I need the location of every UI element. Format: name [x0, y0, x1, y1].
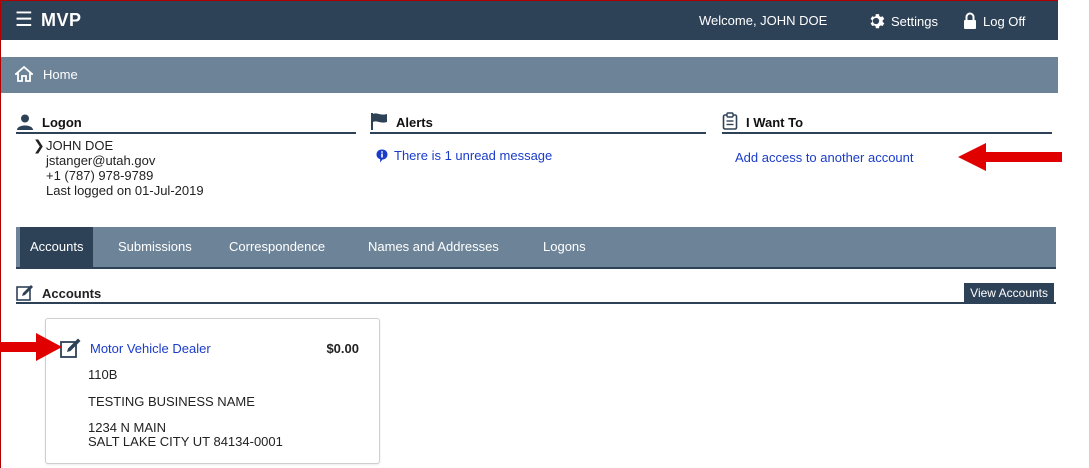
edit-icon — [16, 285, 33, 301]
logon-phone: +1 (787) 978-9789 — [46, 168, 154, 183]
lock-icon — [964, 12, 976, 29]
account-business: TESTING BUSINESS NAME — [88, 394, 255, 409]
tab-bar: Accounts Submissions Correspondence Name… — [16, 227, 1056, 269]
settings-button[interactable]: Settings — [867, 12, 938, 30]
tab-logons[interactable]: Logons — [533, 227, 596, 267]
hamburger-menu-icon[interactable]: ☰ — [15, 10, 33, 30]
edit-account-icon[interactable] — [60, 337, 82, 359]
add-access-link[interactable]: Add access to another account — [735, 150, 914, 165]
tab-names-addresses[interactable]: Names and Addresses — [358, 227, 509, 267]
annotation-arrow-right-pointing — [0, 333, 62, 361]
account-title-link[interactable]: Motor Vehicle Dealer — [90, 341, 211, 356]
tab-correspondence[interactable]: Correspondence — [219, 227, 335, 267]
account-address-line1: 1234 N MAIN — [88, 420, 167, 435]
breadcrumb-home[interactable]: Home — [15, 66, 78, 82]
account-address-line2: SALT LAKE CITY UT 84134-0001 — [88, 434, 283, 449]
alert-message: There is 1 unread message — [394, 148, 553, 163]
accounts-heading: Accounts — [42, 285, 102, 301]
account-amount: $0.00 — [326, 341, 359, 356]
view-accounts-button[interactable]: View Accounts — [964, 283, 1054, 303]
user-icon — [17, 114, 33, 130]
logon-name: JOHN DOE — [46, 138, 114, 153]
alerts-panel-heading: Alerts — [370, 112, 706, 134]
home-label: Home — [43, 66, 78, 82]
app-brand[interactable]: MVP — [41, 10, 82, 31]
tab-accounts[interactable]: Accounts — [20, 227, 94, 267]
alert-message-link[interactable]: There is 1 unread message — [376, 148, 552, 163]
tab-submissions[interactable]: Submissions — [108, 227, 202, 267]
accounts-section-heading: Accounts View Accounts — [16, 282, 1056, 304]
logon-info: JOHN DOE jstanger@utah.gov +1 (787) 978-… — [46, 138, 204, 198]
annotation-arrow-left-pointing — [958, 143, 1062, 171]
chevron-right-icon[interactable]: ❯ — [33, 137, 45, 154]
logon-panel-heading: Logon — [16, 112, 356, 134]
breadcrumb-bar: Home — [1, 57, 1058, 93]
logon-last: Last logged on 01-Jul-2019 — [46, 183, 204, 198]
account-card[interactable]: Motor Vehicle Dealer $0.00 110B TESTING … — [45, 318, 380, 464]
settings-label: Settings — [891, 13, 938, 29]
alerts-heading: Alerts — [396, 115, 433, 130]
logoff-label: Log Off — [983, 13, 1026, 29]
logon-heading: Logon — [42, 115, 82, 130]
gear-icon — [870, 14, 885, 29]
welcome-text: Welcome, JOHN DOE — [699, 13, 828, 28]
account-id: 110B — [88, 367, 118, 382]
iwant-heading: I Want To — [746, 115, 804, 130]
top-bar: ☰ MVP Welcome, JOHN DOE Settings Log Off — [1, 1, 1058, 40]
logoff-button[interactable]: Log Off — [963, 12, 1025, 30]
home-icon — [15, 66, 33, 82]
logon-email: jstanger@utah.gov — [46, 153, 156, 168]
clipboard-icon — [722, 112, 738, 130]
accounts-label: Accounts — [16, 284, 101, 302]
flag-icon — [371, 113, 387, 130]
iwant-panel-heading: I Want To — [722, 112, 1052, 134]
info-icon — [376, 149, 388, 162]
